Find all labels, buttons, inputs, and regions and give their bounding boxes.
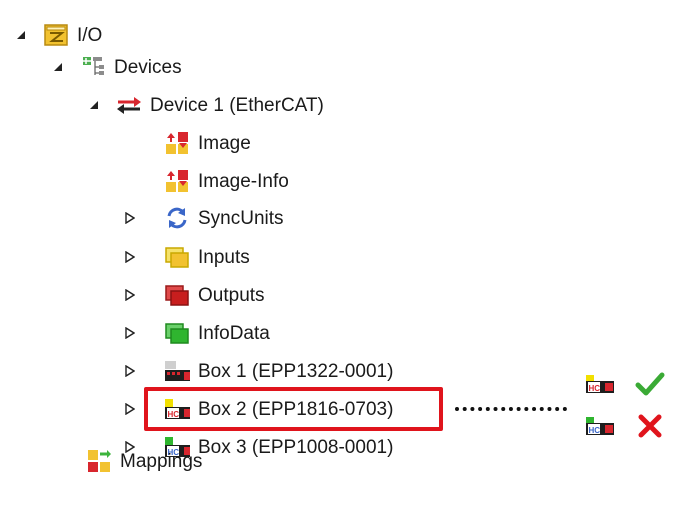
tree-item-devices[interactable]: Devices bbox=[52, 50, 182, 84]
svg-text:HC: HC bbox=[589, 384, 601, 393]
outputs-icon bbox=[164, 283, 190, 307]
infodata-icon bbox=[164, 321, 190, 345]
selection-highlight bbox=[144, 387, 443, 431]
tree-item-label: Devices bbox=[114, 56, 182, 78]
expanded-arrow-icon[interactable] bbox=[15, 29, 27, 41]
collapsed-arrow-icon[interactable] bbox=[124, 212, 136, 224]
tree-item-label: Box 3 (EPP1008-0001) bbox=[198, 436, 394, 458]
legend-wrong: HC bbox=[585, 413, 663, 444]
tree-item-label: InfoData bbox=[198, 322, 270, 344]
tree-item-mappings[interactable]: Mappings bbox=[86, 444, 202, 478]
dotted-connector bbox=[455, 407, 567, 411]
cross-icon bbox=[637, 413, 663, 444]
tree-item-label: Inputs bbox=[198, 246, 250, 268]
mappings-icon bbox=[86, 449, 112, 473]
image-info-icon bbox=[164, 169, 190, 193]
tree-item-label: Mappings bbox=[120, 450, 203, 472]
collapsed-arrow-icon[interactable] bbox=[124, 289, 136, 301]
tree-item-infodata[interactable]: InfoData bbox=[124, 316, 270, 350]
tree-item-box-1[interactable]: Box 1 (EPP1322-0001) bbox=[124, 354, 393, 388]
svg-text:HC: HC bbox=[589, 426, 601, 435]
tree-item-image-info[interactable]: Image-Info bbox=[164, 164, 289, 198]
collapsed-arrow-icon[interactable] bbox=[124, 365, 136, 377]
box-hc-icon: HC bbox=[585, 415, 615, 442]
collapsed-arrow-icon[interactable] bbox=[124, 327, 136, 339]
expanded-arrow-icon[interactable] bbox=[52, 61, 64, 73]
tree-item-label: Device 1 (EtherCAT) bbox=[150, 94, 324, 116]
tree-item-io[interactable]: I/O bbox=[15, 18, 102, 52]
checkmark-icon bbox=[635, 371, 665, 402]
ethercat-device-icon bbox=[116, 93, 142, 117]
tree-item-syncunits[interactable]: SyncUnits bbox=[124, 201, 284, 235]
tree-item-label: Image bbox=[198, 132, 251, 154]
image-icon bbox=[164, 131, 190, 155]
collapsed-arrow-icon[interactable] bbox=[124, 403, 136, 415]
legend-correct: HC bbox=[585, 371, 665, 402]
collapsed-arrow-icon[interactable] bbox=[124, 251, 136, 263]
tree-item-inputs[interactable]: Inputs bbox=[124, 240, 250, 274]
tree-item-label: Outputs bbox=[198, 284, 265, 306]
box-hc-icon: HC bbox=[585, 373, 615, 400]
inputs-icon bbox=[164, 245, 190, 269]
tree-item-label: Box 1 (EPP1322-0001) bbox=[198, 360, 394, 382]
tree-item-outputs[interactable]: Outputs bbox=[124, 278, 265, 312]
io-folder-icon bbox=[43, 23, 69, 47]
tree-item-label: I/O bbox=[77, 24, 103, 46]
tree-item-label: Image-Info bbox=[198, 170, 289, 192]
tree-item-device-1[interactable]: Device 1 (EtherCAT) bbox=[88, 88, 324, 122]
sync-units-icon bbox=[164, 206, 190, 230]
box-icon bbox=[164, 359, 190, 383]
tree-item-image[interactable]: Image bbox=[164, 126, 251, 160]
expanded-arrow-icon[interactable] bbox=[88, 99, 100, 111]
tree-item-label: SyncUnits bbox=[198, 207, 284, 229]
devices-tree-icon bbox=[80, 55, 106, 79]
